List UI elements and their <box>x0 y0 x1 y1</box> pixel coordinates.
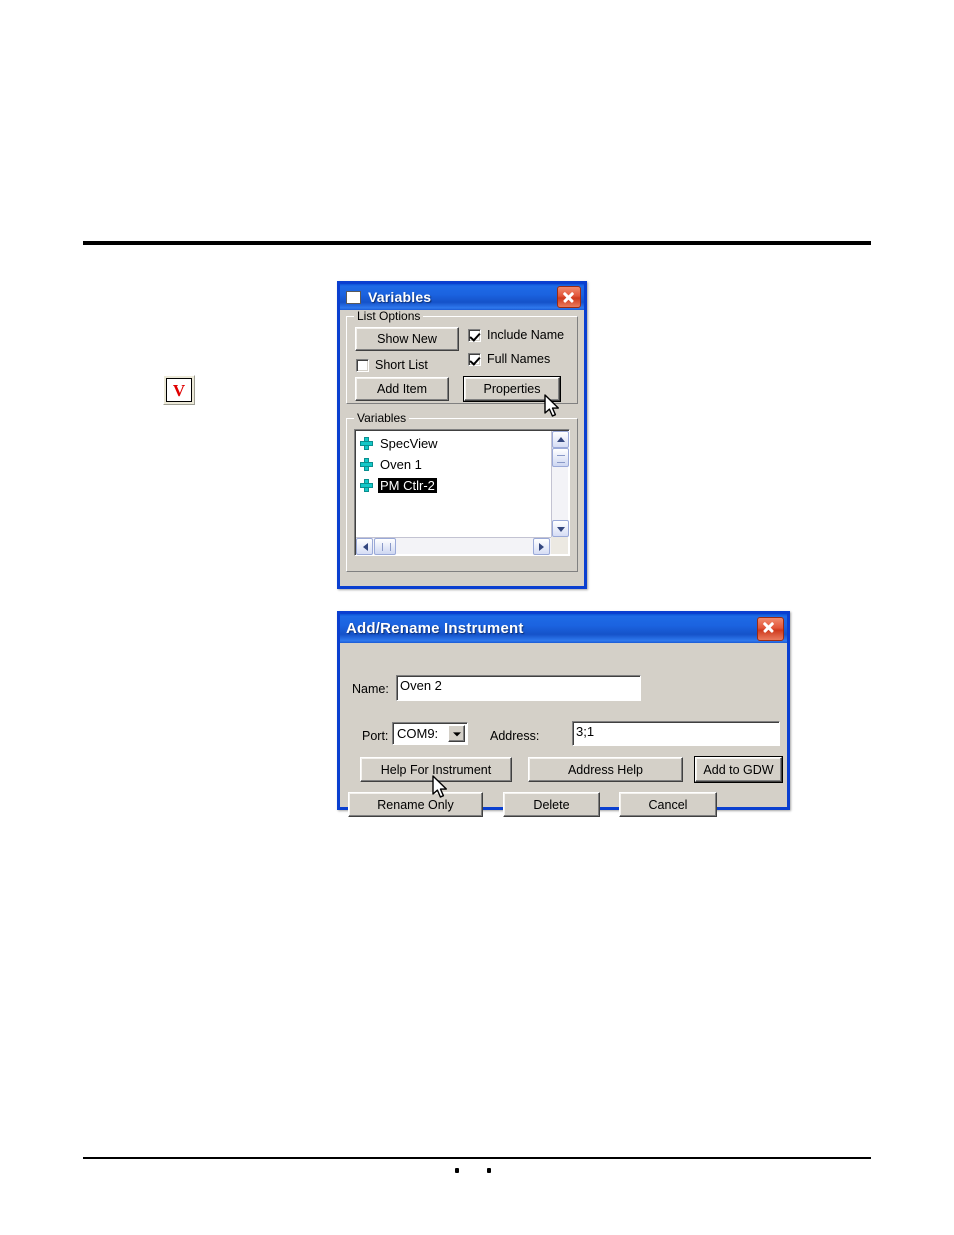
name-input[interactable]: Oven 2 <box>396 675 641 701</box>
close-icon[interactable] <box>557 286 581 308</box>
footer-dot-left <box>455 1168 459 1174</box>
port-label: Port: <box>362 729 389 743</box>
variables-dialog-titlebar[interactable]: Variables <box>340 284 584 310</box>
page-header-rule <box>83 241 871 245</box>
include-name-checkbox[interactable] <box>468 328 481 342</box>
window-icon <box>346 290 361 304</box>
show-new-button[interactable]: Show New <box>355 327 459 351</box>
variables-toolbar-icon[interactable]: V <box>163 375 195 405</box>
port-select-value: COM9: <box>397 726 439 741</box>
scroll-up-button[interactable] <box>552 431 569 448</box>
address-label: Address: <box>490 729 540 743</box>
add-rename-instrument-dialog: Add/Rename Instrument Name: Oven 2 Port:… <box>337 611 790 817</box>
chevron-up-icon <box>556 436 565 442</box>
variables-listbox[interactable]: SpecView Oven 1 PM Ctlr-2 <box>354 429 570 556</box>
variables-dialog-body: List Options Show New Short List Add Ite… <box>340 310 584 578</box>
list-options-legend: List Options <box>354 310 424 322</box>
address-help-button[interactable]: Address Help <box>528 757 683 782</box>
horizontal-scroll-thumb[interactable] <box>374 538 396 555</box>
scroll-left-button[interactable] <box>356 538 373 555</box>
list-item[interactable]: PM Ctlr-2 <box>360 475 551 496</box>
add-item-button[interactable]: Add Item <box>355 377 449 401</box>
plus-icon <box>360 437 373 450</box>
rename-only-button[interactable]: Rename Only <box>348 792 483 817</box>
list-item[interactable]: SpecView <box>360 433 551 454</box>
scroll-right-button[interactable] <box>533 538 550 555</box>
properties-button[interactable]: Properties <box>463 376 561 402</box>
full-names-label: Full Names <box>487 352 551 366</box>
add-to-gdw-button[interactable]: Add to GDW <box>694 756 783 783</box>
cancel-button[interactable]: Cancel <box>619 792 717 817</box>
port-select[interactable]: COM9: <box>392 722 468 745</box>
chevron-down-icon[interactable] <box>448 725 465 742</box>
chevron-right-icon <box>538 542 544 551</box>
variables-toolbar-icon-inner: V <box>166 378 192 402</box>
full-names-checkbox[interactable] <box>468 352 481 366</box>
chevron-left-icon <box>362 542 368 551</box>
name-label: Name: <box>352 682 389 696</box>
short-list-checkbox[interactable] <box>356 358 369 372</box>
plus-icon <box>360 479 373 492</box>
chevron-down-icon <box>556 526 565 532</box>
list-item-label: SpecView <box>380 436 438 451</box>
variables-dialog: Variables List Options Show New Short Li… <box>337 281 587 589</box>
list-options-group-inner: Show New Short List Add Item Include Nam… <box>346 316 578 404</box>
full-names-checkbox-row[interactable]: Full Names <box>468 352 550 366</box>
list-item[interactable]: Oven 1 <box>360 454 551 475</box>
variables-toolbar-icon-glyph: V <box>172 380 186 400</box>
close-icon[interactable] <box>757 616 784 641</box>
include-name-checkbox-row[interactable]: Include Name <box>468 328 564 342</box>
include-name-label: Include Name <box>487 328 565 342</box>
address-input[interactable]: 3;1 <box>572 721 780 746</box>
help-for-instrument-button[interactable]: Help For Instrument <box>360 757 512 782</box>
list-item-label: Oven 1 <box>380 457 422 472</box>
plus-icon <box>360 458 373 471</box>
page-footer-rule <box>83 1157 871 1159</box>
vertical-scroll-thumb[interactable] <box>552 448 569 467</box>
short-list-label: Short List <box>375 358 428 372</box>
scrollbar-corner <box>551 537 568 554</box>
variables-group-inner: SpecView Oven 1 PM Ctlr-2 <box>346 418 578 572</box>
instrument-dialog-title: Add/Rename Instrument <box>346 620 524 637</box>
variables-group-legend: Variables <box>354 412 410 424</box>
list-options-group: List Options Show New Short List Add Ite… <box>346 310 578 404</box>
variables-group: Variables SpecView Oven 1 PM Ctlr-2 <box>346 412 578 572</box>
short-list-checkbox-row[interactable]: Short List <box>356 358 428 372</box>
list-item-label: PM Ctlr-2 <box>378 478 437 493</box>
vertical-scrollbar[interactable] <box>551 431 569 537</box>
footer-page-marks <box>455 1162 535 1178</box>
footer-dot-right <box>487 1168 491 1174</box>
delete-button[interactable]: Delete <box>503 792 600 817</box>
scroll-down-button[interactable] <box>552 520 569 537</box>
variables-list: SpecView Oven 1 PM Ctlr-2 <box>355 433 551 496</box>
horizontal-scrollbar[interactable] <box>356 537 568 555</box>
instrument-dialog-titlebar[interactable]: Add/Rename Instrument <box>340 614 787 643</box>
variables-dialog-title: Variables <box>368 289 432 305</box>
